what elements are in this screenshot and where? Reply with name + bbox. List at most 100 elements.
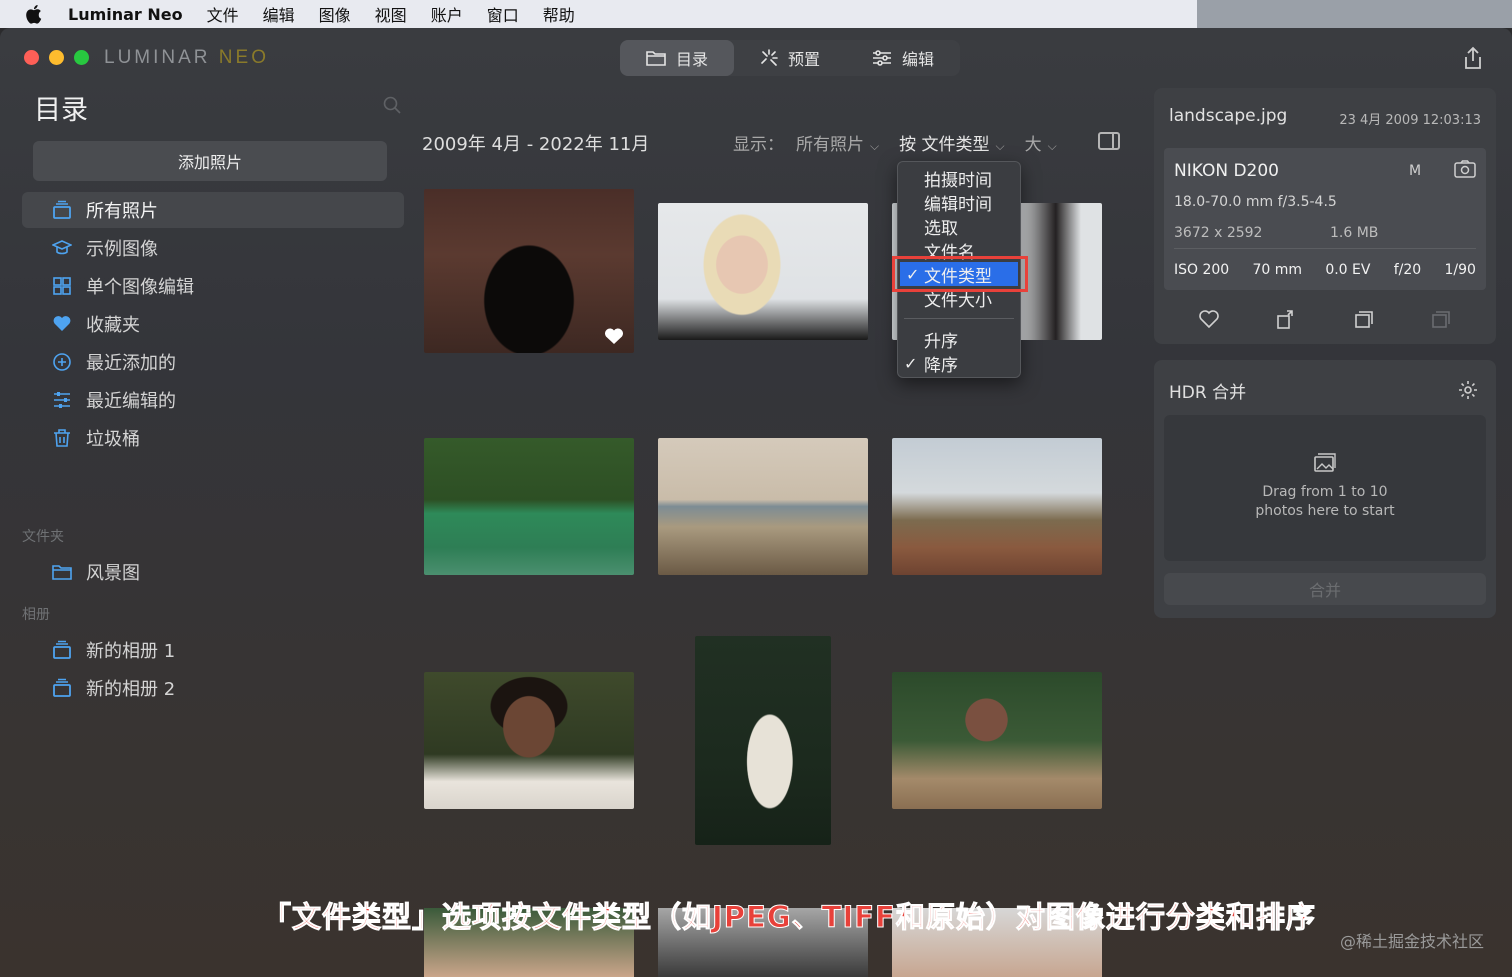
sidebar-item-sample-images[interactable]: 示例图像 xyxy=(22,230,404,266)
tab-presets[interactable]: 预置 xyxy=(734,40,846,76)
sliders-icon xyxy=(873,50,892,66)
show-filter-dropdown[interactable]: 所有照片 ⌵ xyxy=(796,130,879,155)
thumbnail-size-dropdown[interactable]: 大 ⌵ xyxy=(1025,130,1057,155)
tab-catalog[interactable]: 目录 xyxy=(620,40,735,76)
sort-dropdown[interactable]: 按 文件类型 ⌵ xyxy=(899,130,1005,155)
mode-tabs: 目录 预置 编辑 xyxy=(620,40,961,76)
sidebar-item-label: 示例图像 xyxy=(86,239,158,260)
menu-divider xyxy=(904,318,1014,319)
sidebar-item-label: 垃圾桶 xyxy=(86,429,140,450)
sidebar-item-folder-landscape[interactable]: 风景图 xyxy=(22,554,404,590)
apple-icon[interactable] xyxy=(24,4,42,24)
photo-thumbnail[interactable] xyxy=(892,672,1102,809)
image-resolution: 3672 x 2592 xyxy=(1174,225,1263,241)
photo-thumbnail[interactable] xyxy=(658,438,868,575)
photo-thumbnail[interactable] xyxy=(424,189,634,353)
sidebar-item-label: 最近添加的 xyxy=(86,353,176,374)
macos-menu-bar: Luminar Neo 文件 编辑 图像 视图 账户 窗口 帮助 xyxy=(0,0,1512,28)
sort-option-capture-time[interactable]: 拍摄时间 xyxy=(898,166,1020,191)
app-menu-name[interactable]: Luminar Neo xyxy=(68,5,183,24)
show-filter-value: 所有照片 xyxy=(796,135,864,155)
photo-thumbnail[interactable] xyxy=(892,438,1102,575)
hdr-drop-zone[interactable]: Drag from 1 to 10 photos here to start xyxy=(1164,415,1486,561)
file-size: 1.6 MB xyxy=(1330,225,1379,241)
sort-order-label: 降序 xyxy=(924,355,958,376)
chevron-down-icon: ⌵ xyxy=(995,139,1005,153)
sort-option-pick[interactable]: 选取 xyxy=(898,214,1020,239)
sidebar-item-single-edits[interactable]: 单个图像编辑 xyxy=(22,268,404,304)
hdr-merge-title: HDR 合并 xyxy=(1169,383,1247,403)
sidebar-item-album-2[interactable]: 新的相册 2 xyxy=(22,670,404,706)
stack-icon xyxy=(53,640,71,659)
menu-image[interactable]: 图像 xyxy=(319,2,351,26)
sidebar-item-label: 新的相册 2 xyxy=(86,679,176,700)
exposure-mode: M xyxy=(1409,163,1422,179)
heart-icon xyxy=(53,316,71,331)
tab-edit[interactable]: 编辑 xyxy=(846,40,960,76)
sort-order-label: 升序 xyxy=(924,331,958,352)
sort-option-label: 选取 xyxy=(924,218,958,239)
file-name: landscape.jpg xyxy=(1169,106,1288,126)
tab-presets-label: 预置 xyxy=(788,50,821,69)
sort-order-ascending[interactable]: 升序 xyxy=(898,327,1020,352)
sidebar-item-all-photos[interactable]: 所有照片 xyxy=(22,192,404,228)
folders-section-label: 文件夹 xyxy=(22,529,64,545)
sort-option-label: 编辑时间 xyxy=(924,194,992,215)
menu-account[interactable]: 账户 xyxy=(431,2,463,26)
toggle-panel-icon[interactable] xyxy=(1098,132,1120,150)
gear-icon[interactable] xyxy=(1458,380,1478,400)
divider xyxy=(1174,248,1476,249)
close-window-button[interactable] xyxy=(24,50,39,65)
sort-option-label: 拍摄时间 xyxy=(924,170,992,191)
exposure-bias-value: 0.0 EV xyxy=(1325,262,1371,278)
merge-button[interactable]: 合并 xyxy=(1164,573,1486,605)
menu-help[interactable]: 帮助 xyxy=(543,2,575,26)
sidebar-item-recently-edited[interactable]: 最近编辑的 xyxy=(22,382,404,418)
photo-thumbnail[interactable] xyxy=(424,672,634,809)
menubar-status-area xyxy=(1197,0,1512,28)
menu-window[interactable]: 窗口 xyxy=(487,2,519,26)
sidebar-item-album-1[interactable]: 新的相册 1 xyxy=(22,632,404,668)
hdr-merge-panel: HDR 合并 Drag from 1 to 10 photos here to … xyxy=(1154,360,1496,618)
folders-list: 风景图 xyxy=(22,554,404,592)
share-icon[interactable] xyxy=(1462,46,1484,70)
sidebar-item-label: 单个图像编辑 xyxy=(86,277,194,298)
camera-icon xyxy=(1454,160,1476,178)
plus-circle-icon xyxy=(53,353,71,371)
virtual-copy-icon[interactable] xyxy=(1353,308,1375,330)
sort-option-edit-time[interactable]: 编辑时间 xyxy=(898,190,1020,215)
menu-edit[interactable]: 编辑 xyxy=(263,2,295,26)
annotation-highlight-box xyxy=(892,256,1028,292)
photo-thumbnail[interactable] xyxy=(658,203,868,340)
logo-main-text: LUMINAR xyxy=(104,47,219,68)
tab-catalog-label: 目录 xyxy=(676,50,709,69)
camera-model: NIKON D200 xyxy=(1174,161,1279,181)
minimize-window-button[interactable] xyxy=(49,50,64,65)
duplicate-icon xyxy=(1432,311,1451,328)
image-info-panel: landscape.jpg 23 4月 2009 12:03:13 NIKON … xyxy=(1154,88,1496,344)
heart-icon[interactable] xyxy=(604,327,624,345)
photo-thumbnail[interactable] xyxy=(424,438,634,575)
aperture-value: f/20 xyxy=(1393,262,1422,278)
sidebar-item-favorites[interactable]: 收藏夹 xyxy=(22,306,404,342)
folder-icon xyxy=(52,565,72,580)
heart-outline-icon[interactable] xyxy=(1198,308,1220,330)
sidebar-item-trash[interactable]: 垃圾桶 xyxy=(22,420,404,456)
menu-file[interactable]: 文件 xyxy=(207,2,239,26)
exif-card: NIKON D200 M 18.0-70.0 mm f/3.5-4.5 3672… xyxy=(1164,148,1486,290)
exposure-values: ISO 200 70 mm 0.0 EV f/20 1/90 xyxy=(1174,262,1476,278)
file-date: 23 4月 2009 12:03:13 xyxy=(1339,113,1481,128)
thumbnail-size-value: 大 xyxy=(1024,135,1042,155)
sort-order-descending[interactable]: ✓ 降序 xyxy=(898,351,1020,376)
zoom-window-button[interactable] xyxy=(74,50,89,65)
menu-view[interactable]: 视图 xyxy=(375,2,407,26)
search-icon[interactable] xyxy=(383,96,401,114)
sidebar-item-recently-added[interactable]: 最近添加的 xyxy=(22,344,404,380)
photo-thumbnail[interactable] xyxy=(695,636,831,845)
sidebar-item-label: 风景图 xyxy=(86,563,140,584)
info-actions xyxy=(1154,308,1496,330)
luminar-logo: LUMINAR NEO xyxy=(104,47,269,69)
chevron-down-icon: ⌵ xyxy=(870,139,880,153)
add-photos-button[interactable]: 添加照片 xyxy=(33,141,387,181)
rotate-icon[interactable] xyxy=(1275,308,1297,330)
